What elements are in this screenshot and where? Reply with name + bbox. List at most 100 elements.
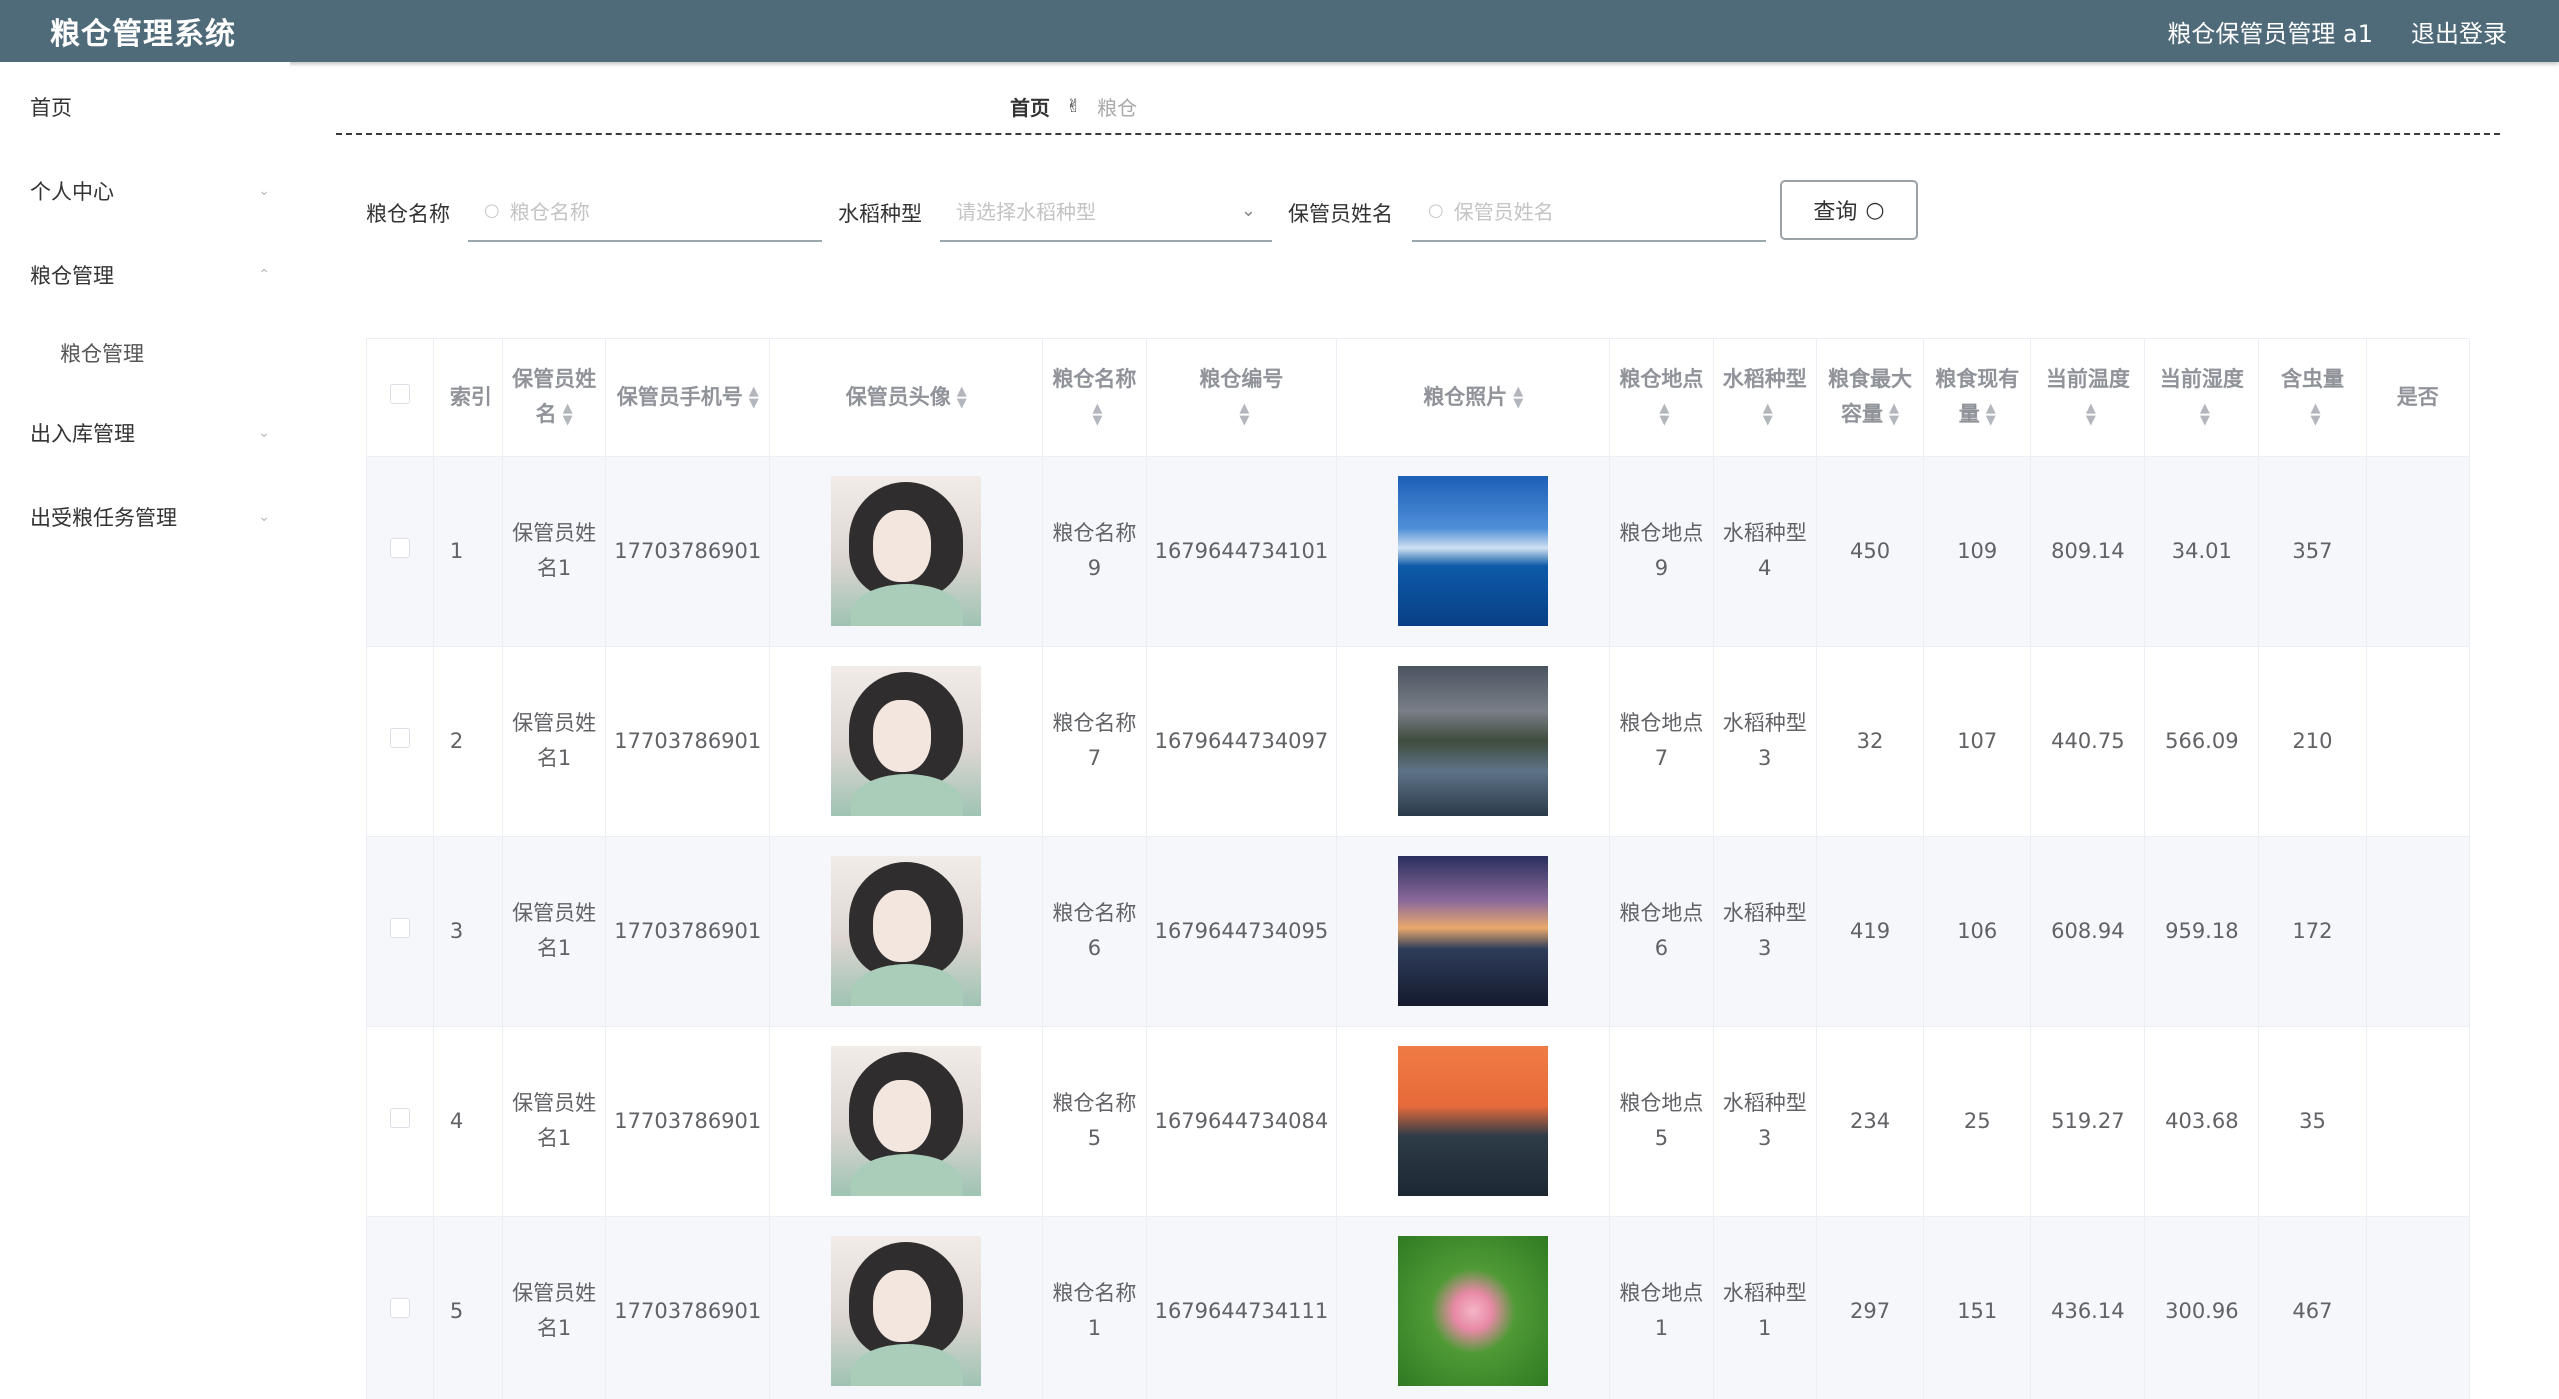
sort-icon[interactable]: ▲ ▼: [749, 385, 759, 410]
row-checkbox[interactable]: [389, 1107, 410, 1128]
sort-icon[interactable]: ▲ ▼: [1986, 402, 1996, 427]
cell-partial: [2366, 456, 2470, 647]
col-header-current-temperature[interactable]: 当前温度 ▲ ▼: [2030, 339, 2146, 457]
col-header-max-capacity[interactable]: 粮食最大容量 ▲ ▼: [1816, 339, 1925, 457]
cell-insect-level: 35: [2258, 1026, 2367, 1217]
sort-icon[interactable]: ▲ ▼: [1092, 402, 1102, 427]
logout-button[interactable]: 退出登录: [2411, 14, 2507, 49]
cell-granary-name: 粮仓名称6: [1042, 836, 1147, 1027]
col-header-granary-code[interactable]: 粮仓编号 ▲ ▼: [1146, 339, 1338, 457]
table-row: 4 保管员姓名1 17703786901 粮仓名称5 1679644734084…: [367, 1026, 2470, 1217]
cell-current-humidity: 403.68: [2144, 1026, 2260, 1217]
granary-photo-image[interactable]: [1398, 1046, 1549, 1196]
col-header-granary-location[interactable]: 粮仓地点 ▲ ▼: [1609, 339, 1714, 457]
keeper-avatar-image[interactable]: [831, 1046, 982, 1196]
cell-max-capacity: 32: [1816, 646, 1925, 837]
col-header-current-amount[interactable]: 粮食现有量 ▲ ▼: [1923, 339, 2032, 457]
cell-current-temperature: 436.14: [2030, 1216, 2146, 1399]
sort-icon[interactable]: ▲ ▼: [1763, 402, 1773, 427]
cell-rice-type: 水稻种型3: [1713, 646, 1817, 837]
cell-current-amount: 107: [1923, 646, 2032, 837]
col-header-partial[interactable]: 是否: [2366, 339, 2470, 457]
row-checkbox[interactable]: [389, 1297, 410, 1318]
cell-index: 5: [433, 1216, 503, 1399]
keeper-name-label: 保管员姓名: [1288, 202, 1393, 226]
row-select-cell[interactable]: [367, 646, 434, 837]
keeper-avatar-image[interactable]: [831, 856, 982, 1006]
col-header-insect-level[interactable]: 含虫量 ▲ ▼: [2258, 339, 2367, 457]
app-title: 粮仓管理系统: [50, 17, 236, 52]
keeper-avatar-image[interactable]: [831, 476, 982, 626]
col-header-current-humidity[interactable]: 当前湿度 ▲ ▼: [2144, 339, 2260, 457]
cell-current-amount: 106: [1923, 836, 2032, 1027]
cell-keeper-name: 保管员姓名1: [502, 456, 607, 647]
header-right: 粮仓保管员管理 a1 退出登录: [2167, 14, 2507, 49]
cell-keeper-name: 保管员姓名1: [502, 1026, 607, 1217]
col-header-granary-photo[interactable]: 粮仓照片 ▲ ▼: [1336, 339, 1611, 457]
cell-partial: [2366, 1216, 2470, 1399]
cell-keeper-avatar: [769, 646, 1044, 837]
sidebar-subitem-granary-management[interactable]: 粮仓管理: [60, 338, 300, 368]
sidebar-item-home[interactable]: 首页: [30, 92, 270, 122]
sort-icon[interactable]: ▲ ▼: [1659, 402, 1669, 427]
cell-granary-code: 1679644734101: [1146, 456, 1338, 647]
table-row: 3 保管员姓名1 17703786901 粮仓名称6 1679644734095…: [367, 836, 2470, 1027]
granary-photo-image[interactable]: [1398, 856, 1549, 1006]
sidebar: 首页 个人中心 ⌄ 粮仓管理 ⌃ 粮仓管理 出入库管理 ⌄ 出受粮任务管理 ⌄: [0, 62, 290, 1399]
row-select-cell[interactable]: [367, 1216, 434, 1399]
keeper-name-input[interactable]: ○ 保管员姓名: [1412, 180, 1766, 242]
sidebar-item-granary-management[interactable]: 粮仓管理 ⌃: [30, 260, 270, 290]
row-select-cell[interactable]: [367, 456, 434, 647]
breadcrumb: 首页 ✌ 粮仓: [1010, 92, 1137, 121]
col-header-label: 粮仓编号: [1199, 367, 1284, 392]
top-header: 粮仓管理系统 粮仓保管员管理 a1 退出登录: [0, 0, 2559, 62]
query-button[interactable]: 查询 ○: [1780, 180, 1918, 240]
cell-partial: [2366, 836, 2470, 1027]
cell-current-amount: 25: [1923, 1026, 2032, 1217]
cell-current-temperature: 519.27: [2030, 1026, 2146, 1217]
select-all-checkbox[interactable]: [389, 383, 410, 404]
granary-name-input[interactable]: ○ 粮仓名称: [468, 180, 822, 242]
row-select-cell[interactable]: [367, 1026, 434, 1217]
cell-partial: [2366, 1026, 2470, 1217]
sort-icon[interactable]: ▲ ▼: [1239, 402, 1249, 427]
col-header-keeper-name[interactable]: 保管员姓名 ▲ ▼: [502, 339, 607, 457]
cell-current-humidity: 34.01: [2144, 456, 2260, 647]
cell-max-capacity: 450: [1816, 456, 1925, 647]
col-header-keeper-avatar[interactable]: 保管员头像 ▲ ▼: [769, 339, 1044, 457]
sort-icon[interactable]: ▲ ▼: [1513, 385, 1523, 410]
row-select-cell[interactable]: [367, 836, 434, 1027]
sort-icon[interactable]: ▲ ▼: [563, 402, 573, 427]
search-bar: 粮仓名称 ○ 粮仓名称 水稻种型 请选择水稻种型 ⌄ 保管员姓名 ○ 保管员姓名…: [0, 180, 2559, 242]
row-checkbox[interactable]: [389, 537, 410, 558]
sort-icon[interactable]: ▲ ▼: [957, 385, 967, 410]
sort-icon[interactable]: ▲ ▼: [2086, 402, 2096, 427]
sidebar-item-inout-management[interactable]: 出入库管理 ⌄: [30, 418, 270, 448]
cell-max-capacity: 297: [1816, 1216, 1925, 1399]
sort-icon[interactable]: ▲ ▼: [1889, 402, 1899, 427]
keeper-avatar-image[interactable]: [831, 1236, 982, 1386]
sort-icon[interactable]: ▲ ▼: [2310, 402, 2320, 427]
cell-insect-level: 357: [2258, 456, 2367, 647]
col-header-granary-name[interactable]: 粮仓名称 ▲ ▼: [1042, 339, 1147, 457]
table-row: 5 保管员姓名1 17703786901 粮仓名称1 1679644734111…: [367, 1216, 2470, 1399]
breadcrumb-home[interactable]: 首页: [1010, 92, 1050, 121]
row-checkbox[interactable]: [389, 727, 410, 748]
cell-keeper-phone: 17703786901: [605, 836, 771, 1027]
col-header-rice-type[interactable]: 水稻种型 ▲ ▼: [1713, 339, 1817, 457]
granary-photo-image[interactable]: [1398, 666, 1549, 816]
table-row: 1 保管员姓名1 17703786901 粮仓名称9 1679644734101…: [367, 456, 2470, 647]
rice-type-select[interactable]: 请选择水稻种型 ⌄: [940, 180, 1272, 242]
col-header-label: 保管员姓名: [512, 367, 597, 427]
sidebar-item-grain-task-management[interactable]: 出受粮任务管理 ⌄: [30, 502, 270, 532]
col-header-label: 保管员头像: [845, 384, 951, 409]
select-all-cell[interactable]: [367, 339, 434, 457]
cell-insect-level: 467: [2258, 1216, 2367, 1399]
row-checkbox[interactable]: [389, 917, 410, 938]
col-header-keeper-phone[interactable]: 保管员手机号 ▲ ▼: [605, 339, 771, 457]
granary-name-label: 粮仓名称: [366, 202, 450, 226]
keeper-avatar-image[interactable]: [831, 666, 982, 816]
sort-icon[interactable]: ▲ ▼: [2200, 402, 2210, 427]
granary-photo-image[interactable]: [1398, 476, 1549, 626]
granary-photo-image[interactable]: [1398, 1236, 1549, 1386]
